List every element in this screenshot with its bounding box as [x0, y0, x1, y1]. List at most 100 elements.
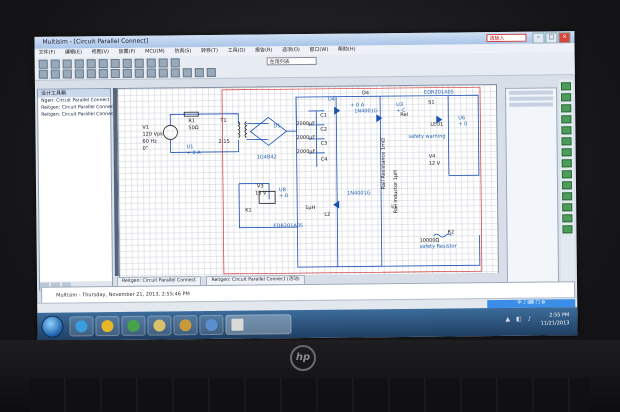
menu-mcu[interactable]: MCU(M)	[141, 47, 169, 56]
schematic-canvas[interactable]: V1 120 Vpk 60 Hz 0° R1 50Ω T1 2:15 U1 + 0 A D1 1G4B…	[116, 83, 499, 278]
transistor-component-icon[interactable]	[74, 69, 84, 79]
schematic-label-sw[interactable]: S1	[428, 100, 434, 106]
copy-icon[interactable]	[98, 59, 108, 69]
schematic-label-v1[interactable]: V1	[142, 125, 149, 131]
app-taskbar-icon[interactable]	[121, 315, 146, 336]
schematic-label-r1[interactable]: R1	[188, 118, 195, 124]
system-tray-icons[interactable]: ▲ ◧ ♪	[505, 316, 533, 323]
instrument-slot[interactable]	[509, 90, 554, 95]
maximize-button[interactable]: □	[545, 32, 558, 44]
bode-plotter-icon[interactable]	[561, 126, 572, 135]
menu-options[interactable]: 选项(O)	[278, 46, 304, 55]
menu-help[interactable]: 帮助(H)	[334, 45, 360, 54]
schematic-label-v1-phase[interactable]: 0°	[143, 146, 149, 152]
menu-edit[interactable]: 编辑(E)	[61, 48, 86, 57]
zoom-fit-icon[interactable]	[170, 58, 180, 68]
folder-taskbar-icon[interactable]	[173, 315, 198, 336]
cmos-component-icon[interactable]	[110, 68, 120, 79]
basic-component-icon[interactable]	[50, 69, 60, 79]
distortion-analyzer-icon[interactable]	[562, 192, 573, 201]
schematic-label-safety-res[interactable]: safety Resistor	[420, 243, 457, 249]
print-icon[interactable]	[74, 59, 84, 69]
oscilloscope-icon[interactable]	[561, 115, 572, 124]
schematic-label-v4-val[interactable]: 12 V	[429, 161, 440, 167]
zoom-in-icon[interactable]	[146, 58, 156, 68]
electromechanical-component-icon[interactable]	[170, 68, 180, 78]
menu-reports[interactable]: 报告(R)	[251, 46, 276, 55]
schematic-label-v4[interactable]: V4	[429, 154, 436, 160]
schematic-label-u1-val[interactable]: + 0 A	[187, 150, 201, 156]
schematic-label-d4-part[interactable]: 1N4001G	[354, 108, 378, 114]
frequency-counter-icon[interactable]	[561, 137, 572, 146]
schematic-label-v1-val[interactable]: 120 Vpk	[142, 131, 163, 137]
start-button[interactable]	[41, 315, 64, 338]
paste-icon[interactable]	[110, 58, 120, 69]
schematic-label-l2[interactable]: L2	[324, 212, 330, 218]
zoom-out-icon[interactable]	[158, 58, 168, 68]
taskbar-clock[interactable]: 2:55 PM 11/21/2013	[540, 311, 570, 327]
schematic-label-d3-part[interactable]: 1N4001G	[347, 190, 371, 196]
schematic-label-d1[interactable]: D1	[273, 123, 280, 129]
multisim-taskbar-button[interactable]	[225, 314, 292, 335]
logic-converter-icon[interactable]	[561, 170, 572, 179]
schematic-label-c-val1[interactable]: 2000μF	[296, 121, 315, 127]
cut-icon[interactable]	[86, 59, 96, 69]
save-icon[interactable]	[62, 59, 72, 69]
multimeter-icon[interactable]	[560, 82, 572, 91]
schematic-label-r2[interactable]: R2	[447, 229, 454, 235]
source-component-icon[interactable]	[38, 69, 48, 79]
mcu-component-icon[interactable]	[182, 68, 192, 78]
schematic-label-c1[interactable]: C1	[320, 113, 327, 119]
wattmeter-icon[interactable]	[561, 104, 572, 113]
redo-icon[interactable]	[134, 58, 144, 68]
iv-analyzer-icon[interactable]	[561, 181, 573, 190]
schematic-label-rel[interactable]: Rel	[400, 112, 408, 118]
schematic-label-r1-val[interactable]: 50Ω	[188, 125, 198, 131]
network-analyzer-icon[interactable]	[562, 214, 573, 223]
close-button[interactable]: ×	[558, 32, 571, 44]
schematic-label-v3-val[interactable]: 15 V	[255, 190, 266, 196]
function-generator-icon[interactable]	[561, 93, 572, 102]
schematic-label-l2-val[interactable]: 1μH	[305, 205, 315, 211]
design-tree-item[interactable]: Reitgen: Circuit Parallel Connect	[38, 111, 115, 119]
schematic-label-c4[interactable]: C4	[321, 157, 328, 163]
schematic-label-v1-freq[interactable]: 60 Hz	[142, 139, 156, 145]
schematic-label-k1-part[interactable]: EDR201A05	[273, 223, 303, 229]
indicator-component-icon[interactable]	[122, 68, 132, 78]
schematic-label-v3[interactable]: V3	[257, 183, 264, 189]
schematic-label-u6-val[interactable]: + 0	[458, 121, 467, 127]
instrument-slot[interactable]	[509, 96, 554, 101]
schematic-label-d1-part[interactable]: 1G4B42	[257, 154, 277, 160]
menu-place[interactable]: 放置(P)	[114, 48, 139, 57]
menu-window[interactable]: 窗口(W)	[305, 46, 332, 55]
schematic-label-c-val2[interactable]: 2000μF	[296, 135, 315, 141]
wire-tool-icon[interactable]	[194, 68, 204, 78]
menu-tools[interactable]: 工具(O)	[224, 47, 250, 56]
schematic-label-u4[interactable]: U4	[328, 97, 335, 103]
in-use-list-dropdown[interactable]: 在用列表	[266, 56, 317, 66]
probe-icon[interactable]	[562, 225, 573, 234]
schematic-label-k2-part[interactable]: EDR201A05	[424, 89, 454, 95]
media-taskbar-icon[interactable]	[199, 314, 224, 336]
schematic-label-led[interactable]: LED1	[430, 122, 443, 128]
schematic-label-k1[interactable]: K1	[245, 208, 252, 214]
menu-simulate[interactable]: 仿真(S)	[170, 47, 195, 56]
schematic-label-t1-ratio[interactable]: 2:15	[219, 139, 230, 145]
instrument-slot[interactable]	[509, 102, 554, 107]
menu-transfer[interactable]: 转移(T)	[197, 47, 222, 56]
logic-analyzer-icon[interactable]	[561, 159, 572, 168]
minimize-button[interactable]: –	[532, 32, 545, 44]
word-generator-icon[interactable]	[561, 148, 572, 157]
rf-component-icon[interactable]	[158, 68, 168, 78]
spectrum-analyzer-icon[interactable]	[562, 203, 573, 212]
undo-icon[interactable]	[122, 58, 132, 68]
schematic-label-rail-ind[interactable]: Rail Inductor 1μH	[393, 170, 399, 213]
search-input[interactable]: 请输入	[486, 33, 527, 43]
new-file-icon[interactable]	[38, 59, 48, 69]
bus-tool-icon[interactable]	[206, 67, 216, 78]
ie-taskbar-icon[interactable]	[69, 316, 94, 337]
analog-component-icon[interactable]	[86, 69, 96, 79]
schematic-label-safety-warn[interactable]: safety warning	[408, 134, 445, 140]
chrome-taskbar-icon[interactable]	[95, 315, 120, 337]
schematic-label-rail-res[interactable]: Rail Resistance 1mΩ	[381, 138, 388, 189]
